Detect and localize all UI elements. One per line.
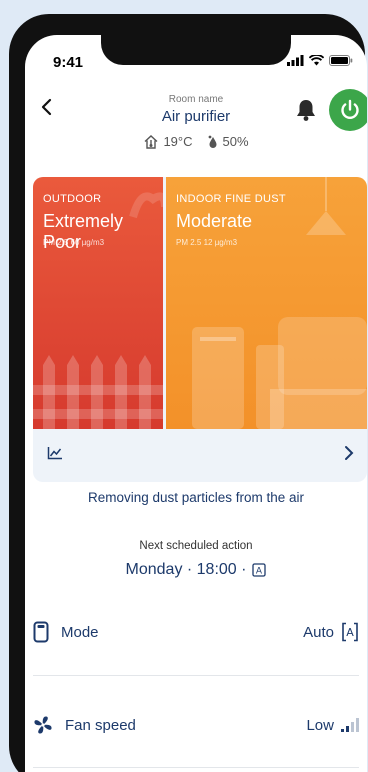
- chevron-right-icon[interactable]: [343, 445, 355, 461]
- air-quality-card[interactable]: OUTDOOR Extremely Poor PM 2.5 60 µg/m3 I…: [33, 177, 367, 482]
- divider: [33, 675, 359, 676]
- fan-speed-row[interactable]: Fan speed Low: [33, 705, 359, 745]
- battery-icon: [329, 55, 353, 66]
- fan-speed-value: Low: [306, 716, 334, 734]
- house-thermometer-icon: [144, 135, 158, 149]
- fan-speed-label: Fan speed: [65, 716, 136, 734]
- schedule-value[interactable]: Monday · 18:00 · A: [25, 561, 367, 579]
- schedule-time: Monday · 18:00 ·: [125, 561, 247, 578]
- power-icon: [341, 99, 359, 119]
- fan-icon: [34, 716, 52, 734]
- bell-icon[interactable]: [295, 98, 317, 122]
- humidity-icon: [208, 135, 216, 148]
- climate-readout: 19°C 50%: [25, 134, 367, 149]
- mode-row[interactable]: Mode Auto A: [33, 612, 359, 652]
- purifier-status: Removing dust particles from the air: [87, 490, 305, 505]
- status-icons: [287, 55, 353, 66]
- chart-icon[interactable]: [47, 446, 63, 460]
- auto-mode-icon: A: [342, 622, 358, 642]
- svg-text:A: A: [256, 567, 263, 577]
- auto-mode-icon: A: [252, 563, 267, 577]
- wifi-icon: [309, 55, 324, 66]
- purifier-icon: [33, 621, 49, 643]
- app-screen: 9:41 Room name Air purifier 19°C 50% OUT…: [25, 35, 367, 772]
- status-time: 9:41: [53, 54, 84, 71]
- humidity-value: 50%: [222, 134, 249, 149]
- outdoor-pm: PM 2.5 60 µg/m3: [43, 238, 105, 247]
- mode-value: Auto: [303, 623, 334, 641]
- divider: [33, 767, 359, 768]
- indoor-pm: PM 2.5 12 µg/m3: [176, 238, 238, 247]
- notch: [101, 35, 291, 65]
- outdoor-panel: OUTDOOR Extremely Poor PM 2.5 60 µg/m3: [33, 177, 163, 429]
- phone-frame: 9:41 Room name Air purifier 19°C 50% OUT…: [9, 14, 367, 772]
- indoor-tag: INDOOR FINE DUST: [176, 193, 286, 205]
- mode-label: Mode: [61, 623, 99, 641]
- fan-level-icon: [341, 718, 359, 732]
- schedule-label: Next scheduled action: [139, 540, 253, 552]
- svg-text:A: A: [346, 626, 354, 639]
- temperature-value: 19°C: [163, 134, 193, 149]
- signal-icon: [287, 55, 304, 66]
- power-button[interactable]: [329, 89, 367, 131]
- outdoor-tag: OUTDOOR: [43, 193, 102, 205]
- indoor-panel: INDOOR FINE DUST Moderate PM 2.5 12 µg/m…: [166, 177, 367, 429]
- indoor-level: Moderate: [176, 211, 253, 231]
